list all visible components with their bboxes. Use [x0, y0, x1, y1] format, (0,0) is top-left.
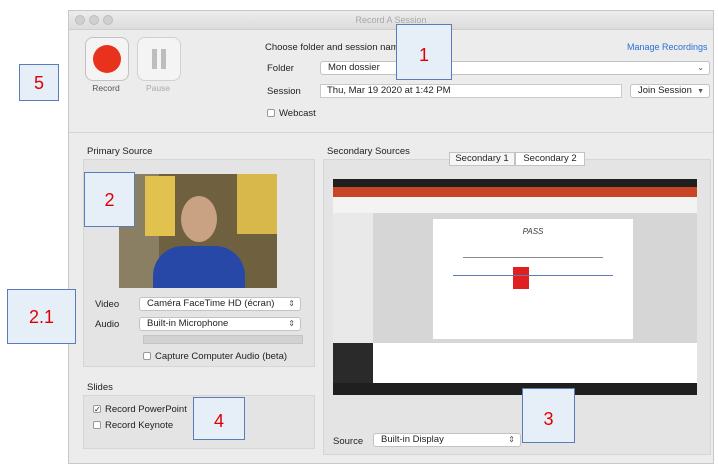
video-label: Video — [95, 299, 120, 310]
updown-icon: ⇕ — [288, 299, 295, 308]
slides-title: Slides — [87, 382, 113, 393]
manage-recordings-link[interactable]: Manage Recordings — [627, 42, 708, 52]
display-preview: PASS — [333, 179, 697, 395]
source-select[interactable]: Built-in Display ⇕ — [373, 433, 521, 447]
pause-button[interactable] — [137, 37, 181, 81]
preview-thumbnails — [333, 213, 373, 343]
preview-menubar — [333, 179, 697, 187]
pause-icon-bar-left — [152, 49, 157, 69]
folder-value: Mon dossier — [328, 62, 380, 73]
preview-ribbon-header — [333, 187, 697, 197]
divider — [69, 132, 713, 133]
title-bar: Record A Session — [69, 11, 713, 30]
preview-shirt — [153, 246, 245, 288]
audio-label: Audio — [95, 319, 120, 330]
callout-5: 5 — [19, 64, 59, 101]
record-keynote-label: Record Keynote — [105, 420, 174, 431]
record-keynote-checkbox[interactable] — [93, 421, 101, 429]
updown-icon: ⇕ — [508, 435, 515, 444]
callout-3: 3 — [522, 388, 575, 443]
secondary-sources-title: Secondary Sources — [327, 146, 410, 157]
preview-diagram-line — [463, 257, 603, 258]
triangle-down-icon: ▼ — [697, 88, 704, 95]
source-value: Built-in Display — [381, 434, 444, 445]
webcam-preview — [119, 174, 277, 288]
webcast-label: Webcast — [279, 108, 316, 119]
tab-secondary-1[interactable]: Secondary 1 — [449, 152, 515, 166]
pause-label: Pause — [145, 83, 171, 93]
preview-diagram-line — [453, 275, 613, 276]
video-select[interactable]: Caméra FaceTime HD (écran) ⇕ — [139, 297, 301, 311]
video-value: Caméra FaceTime HD (écran) — [147, 298, 275, 309]
preview-slide: PASS — [433, 219, 633, 339]
capture-audio-label: Capture Computer Audio (beta) — [155, 351, 288, 362]
preview-slide-title: PASS — [522, 227, 544, 236]
preview-window-blind — [237, 174, 277, 234]
preview-ribbon — [333, 197, 697, 213]
session-name-input[interactable]: Thu, Mar 19 2020 at 1:42 PM — [320, 84, 622, 98]
preview-window-blind — [145, 176, 175, 236]
audio-value: Built-in Microphone — [147, 318, 229, 329]
audio-level-meter — [143, 335, 303, 344]
preview-taskbar — [333, 383, 697, 395]
record-dot-icon — [93, 45, 121, 73]
record-session-window: Record A Session Record Pause Choose fol… — [68, 10, 714, 464]
callout-2: 2 — [84, 172, 135, 227]
record-powerpoint-checkbox[interactable]: ✓ — [93, 405, 101, 414]
callout-2-1: 2.1 — [7, 289, 76, 344]
chevron-down-icon: ⌄ — [697, 63, 704, 72]
join-session-label: Join Session — [638, 85, 692, 96]
record-label: Record — [92, 83, 120, 93]
record-button[interactable] — [85, 37, 129, 81]
pause-icon-bar-right — [161, 49, 166, 69]
record-powerpoint-label: Record PowerPoint — [105, 404, 187, 415]
join-session-button[interactable]: Join Session ▼ — [630, 84, 710, 98]
tab-secondary-2[interactable]: Secondary 2 — [515, 152, 585, 166]
folder-label: Folder — [267, 63, 294, 74]
callout-1: 1 — [396, 24, 452, 80]
session-label: Session — [267, 86, 301, 97]
primary-source-title: Primary Source — [87, 146, 153, 157]
window-title: Record A Session — [355, 15, 427, 25]
preview-diagram-box — [513, 267, 529, 289]
source-label: Source — [333, 436, 364, 447]
preview-face — [181, 196, 217, 242]
audio-select[interactable]: Built-in Microphone ⇕ — [139, 317, 301, 331]
capture-audio-checkbox[interactable] — [143, 352, 151, 360]
session-header: Choose folder and session name — [265, 42, 404, 53]
updown-icon: ⇕ — [288, 319, 295, 328]
webcast-checkbox[interactable] — [267, 109, 275, 117]
callout-4: 4 — [193, 397, 245, 440]
folder-select[interactable]: Mon dossier ⌄ — [320, 61, 710, 75]
check-icon: ✓ — [94, 405, 101, 414]
preview-notes — [373, 343, 697, 383]
